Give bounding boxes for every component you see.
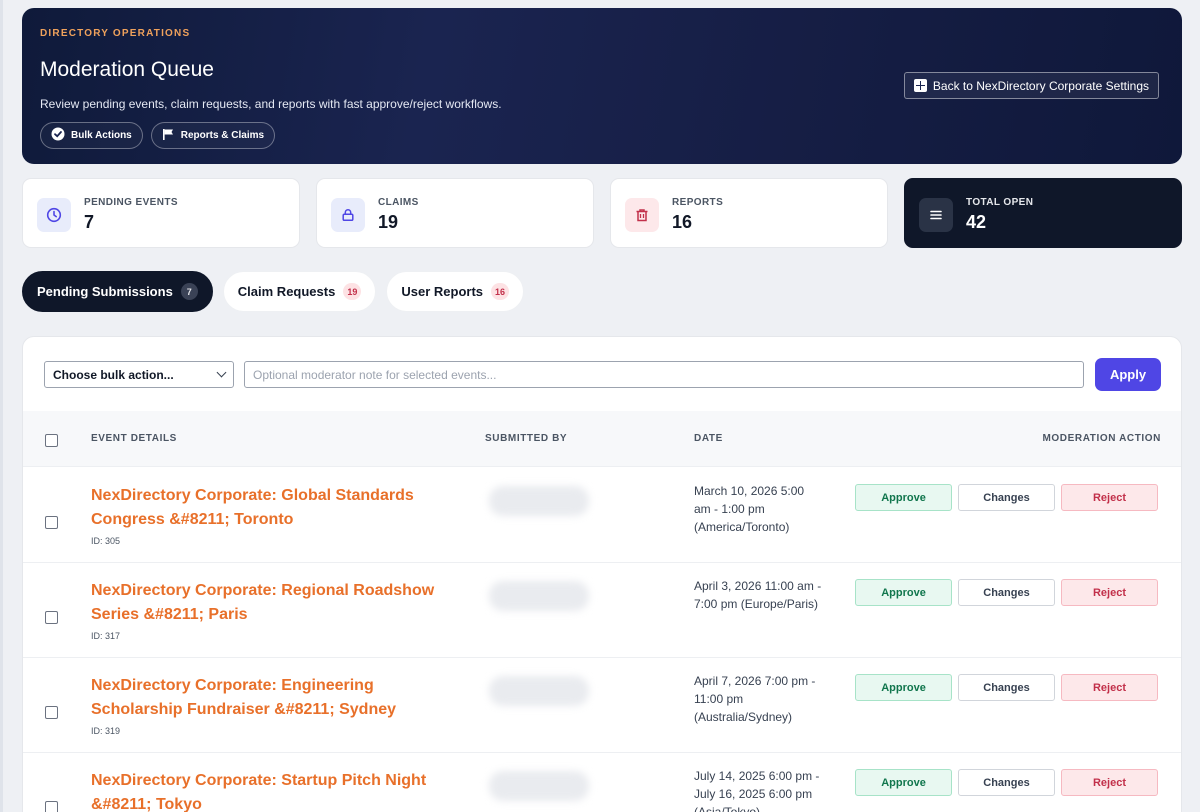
submitter-blurred	[489, 486, 589, 516]
stat-value: 7	[84, 212, 95, 232]
stat-label: REPORTS	[672, 197, 724, 208]
reject-button[interactable]: Reject	[1061, 579, 1158, 606]
event-id: ID: 305	[91, 536, 121, 546]
event-date: July 14, 2025 6:00 pm - July 16, 2025 6:…	[694, 769, 820, 812]
column-header-action: MODERATION ACTION	[1042, 433, 1161, 444]
page-title: Moderation Queue	[40, 58, 214, 81]
event-id: ID: 317	[91, 631, 121, 641]
event-title-link[interactable]: NexDirectory Corporate: Startup Pitch Ni…	[91, 769, 461, 812]
event-date: April 7, 2026 7:00 pm - 11:00 pm (Austra…	[694, 674, 816, 724]
bulk-action-value: Choose bulk action...	[53, 367, 174, 382]
check-circle-icon	[51, 127, 65, 144]
stat-value: 19	[378, 212, 399, 232]
moderation-tabs: Pending Submissions 7 Claim Requests 19 …	[22, 271, 525, 312]
row-actions: Approve Changes Reject	[855, 484, 1158, 511]
stat-label: CLAIMS	[378, 197, 419, 208]
stat-card-pending-events: PENDING EVENTS 7	[22, 178, 300, 248]
plus-box-icon	[913, 79, 927, 92]
approve-button[interactable]: Approve	[855, 674, 952, 701]
trash-icon	[625, 198, 659, 232]
apply-button[interactable]: Apply	[1095, 358, 1161, 391]
request-changes-button[interactable]: Changes	[958, 769, 1055, 796]
submitter-blurred	[489, 676, 589, 706]
left-edge	[0, 0, 3, 812]
row-actions: Approve Changes Reject	[855, 579, 1158, 606]
stats-row: PENDING EVENTS 7 CLAIMS 19 REPORTS 16 TO…	[22, 178, 1182, 248]
tab-user-reports[interactable]: User Reports 16	[386, 271, 525, 312]
stat-label: PENDING EVENTS	[84, 197, 178, 208]
table-header: EVENT DETAILS SUBMITTED BY DATE MODERATI…	[23, 411, 1181, 467]
row-checkbox[interactable]	[45, 801, 58, 812]
submissions-panel: Choose bulk action... Apply EVENT DETAIL…	[22, 336, 1182, 812]
page-description: Review pending events, claim requests, a…	[40, 97, 502, 111]
reject-button[interactable]: Reject	[1061, 484, 1158, 511]
tab-count-badge: 19	[343, 283, 362, 300]
tab-pending-submissions[interactable]: Pending Submissions 7	[22, 271, 213, 312]
table-row: NexDirectory Corporate: Regional Roadsho…	[23, 563, 1181, 658]
event-date: April 3, 2026 11:00 am - 7:00 pm (Europe…	[694, 579, 822, 611]
stat-card-reports: REPORTS 16	[610, 178, 888, 248]
event-title-link[interactable]: NexDirectory Corporate: Engineering Scho…	[91, 674, 461, 722]
select-all-checkbox[interactable]	[45, 434, 58, 447]
reports-claims-pill[interactable]: Reports & Claims	[150, 122, 276, 149]
chevron-down-icon	[216, 367, 227, 378]
reject-button[interactable]: Reject	[1061, 674, 1158, 701]
clock-icon	[37, 198, 71, 232]
back-to-settings-label: Back to NexDirectory Corporate Settings	[932, 78, 1149, 93]
hero-eyebrow: DIRECTORY OPERATIONS	[40, 28, 191, 39]
table-row: NexDirectory Corporate: Global Standards…	[23, 468, 1181, 563]
flag-icon	[162, 128, 175, 144]
request-changes-button[interactable]: Changes	[958, 579, 1055, 606]
submitter-blurred	[489, 771, 589, 801]
back-to-settings-button[interactable]: Back to NexDirectory Corporate Settings	[903, 72, 1159, 99]
row-checkbox[interactable]	[45, 516, 58, 529]
submitter-blurred	[489, 581, 589, 611]
reject-button[interactable]: Reject	[1061, 769, 1158, 796]
row-checkbox[interactable]	[45, 611, 58, 624]
tab-label: User Reports	[401, 284, 483, 299]
tab-label: Pending Submissions	[37, 284, 173, 299]
row-actions: Approve Changes Reject	[855, 674, 1158, 701]
stat-value: 16	[672, 212, 693, 232]
approve-button[interactable]: Approve	[855, 769, 952, 796]
approve-button[interactable]: Approve	[855, 484, 952, 511]
request-changes-button[interactable]: Changes	[958, 674, 1055, 701]
bulk-actions-pill[interactable]: Bulk Actions	[40, 122, 143, 149]
approve-button[interactable]: Approve	[855, 579, 952, 606]
bulk-actions-label: Bulk Actions	[71, 130, 132, 141]
event-date: March 10, 2026 5:00 am - 1:00 pm (Americ…	[694, 484, 805, 534]
moderator-note-input[interactable]	[244, 361, 1084, 388]
reports-claims-label: Reports & Claims	[180, 130, 265, 141]
event-id: ID: 319	[91, 726, 121, 736]
menu-icon	[919, 198, 953, 232]
tab-count-badge: 7	[180, 283, 198, 300]
bulk-action-select[interactable]: Choose bulk action...	[44, 361, 234, 388]
hero-banner: DIRECTORY OPERATIONS Moderation Queue Re…	[22, 8, 1182, 164]
table-row: NexDirectory Corporate: Engineering Scho…	[23, 658, 1181, 753]
stat-value: 42	[966, 212, 987, 232]
tab-label: Claim Requests	[237, 284, 336, 299]
event-title-link[interactable]: NexDirectory Corporate: Global Standards…	[91, 484, 461, 532]
column-header-event: EVENT DETAILS	[91, 433, 177, 444]
column-header-date: DATE	[694, 433, 723, 444]
table-row: NexDirectory Corporate: Startup Pitch Ni…	[23, 753, 1181, 812]
lock-icon	[331, 198, 365, 232]
request-changes-button[interactable]: Changes	[958, 484, 1055, 511]
tab-count-badge: 16	[491, 283, 510, 300]
bulk-toolbar: Choose bulk action... Apply	[44, 358, 1162, 394]
hero-pills: Bulk Actions Reports & Claims	[40, 122, 276, 149]
column-header-submitted: SUBMITTED BY	[485, 433, 568, 444]
row-actions: Approve Changes Reject	[855, 769, 1158, 796]
stat-card-claims: CLAIMS 19	[316, 178, 594, 248]
row-checkbox[interactable]	[45, 706, 58, 719]
stat-card-total-open: TOTAL OPEN 42	[904, 178, 1182, 248]
event-title-link[interactable]: NexDirectory Corporate: Regional Roadsho…	[91, 579, 461, 627]
tab-claim-requests[interactable]: Claim Requests 19	[222, 271, 377, 312]
stat-label: TOTAL OPEN	[966, 197, 1034, 208]
